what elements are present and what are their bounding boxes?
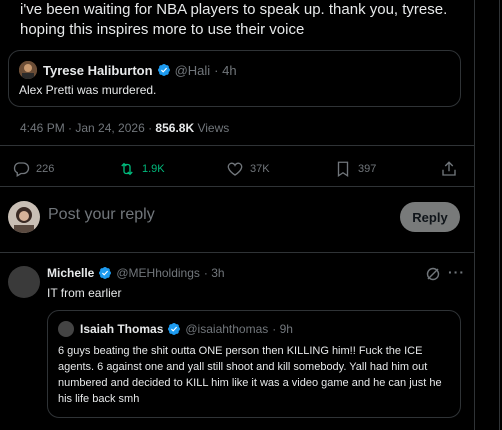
bookmark-action-button[interactable]: 397 — [334, 160, 376, 178]
share-action-button[interactable] — [440, 160, 464, 178]
reply-text: IT from earlier — [47, 286, 122, 300]
reply-count: 226 — [36, 163, 55, 175]
share-icon — [442, 161, 456, 176]
divider — [0, 252, 474, 253]
quoted-tweet-header: Tyrese Haliburton @Hali · 4h — [19, 61, 237, 79]
views-label: Views — [197, 121, 230, 135]
retweet-count: 1.9K — [142, 163, 165, 175]
quoted-author-name[interactable]: Tyrese Haliburton — [43, 63, 153, 78]
tweet-text: i've been waiting for NBA players to spe… — [20, 1, 448, 38]
quoted-tweet-card[interactable]: Tyrese Haliburton @Hali · 4h Alex Pretti… — [8, 50, 461, 107]
verified-badge-icon — [157, 64, 170, 76]
divider — [0, 186, 474, 187]
quoted-tweet-text: Alex Pretti was murdered. — [19, 83, 157, 97]
reply-quoted-author-name[interactable]: Isaiah Thomas — [80, 322, 163, 336]
bookmark-icon — [337, 161, 349, 178]
reply-quoted-text: 6 guys beating the shit outta ONE person… — [58, 345, 442, 405]
divider — [0, 145, 474, 146]
view-count: 856.8K — [155, 121, 195, 135]
reply-action-button[interactable]: 226 — [12, 160, 54, 178]
quoted-author-handle[interactable]: @Hali — [175, 63, 211, 78]
avatar-image — [8, 201, 40, 233]
reply-header: Michelle @MEHholdings · 3h — [47, 266, 225, 280]
retweet-action-button[interactable]: 1.9K — [118, 160, 165, 178]
reply-submit-button[interactable]: Reply — [400, 202, 460, 232]
tweet-timestamp[interactable]: 4:46 PM · Jan 24, 2026 · — [20, 121, 152, 135]
reply-input[interactable]: Post your reply — [48, 206, 155, 224]
bookmark-count: 397 — [358, 163, 377, 175]
more-options-button[interactable]: ··· — [448, 264, 465, 280]
like-count: 37K — [250, 163, 270, 175]
grok-slash-icon — [426, 267, 440, 281]
reply-author-name[interactable]: Michelle — [47, 266, 94, 280]
retweet-icon — [121, 162, 133, 176]
reply-author-avatar[interactable] — [8, 266, 40, 298]
like-action-button[interactable]: 37K — [226, 160, 270, 178]
reply-icon — [13, 162, 30, 177]
reply-author-handle[interactable]: @MEHholdings — [116, 266, 200, 280]
reply-time[interactable]: · 3h — [204, 266, 225, 280]
reply-quoted-header: Isaiah Thomas @isaiahthomas · 9h — [58, 321, 293, 337]
grok-icon[interactable] — [425, 266, 441, 282]
quoted-tweet-time[interactable]: · 4h — [214, 63, 236, 78]
reply-quoted-avatar[interactable] — [58, 321, 74, 337]
timeline-right-border — [474, 0, 475, 430]
verified-badge-icon — [99, 267, 112, 279]
quoted-author-avatar[interactable] — [19, 61, 37, 79]
reply-quoted-handle[interactable]: @isaiahthomas — [185, 322, 268, 336]
verified-badge-icon — [168, 323, 181, 335]
composer-avatar[interactable] — [8, 201, 40, 233]
tweet-meta: 4:46 PM · Jan 24, 2026 · 856.8K Views — [20, 121, 229, 135]
reply-quoted-time[interactable]: · 9h — [272, 322, 293, 336]
heart-icon — [227, 162, 243, 176]
avatar-image — [19, 61, 37, 79]
reply-quoted-tweet-card[interactable]: Isaiah Thomas @isaiahthomas · 9h 6 guys … — [47, 310, 461, 418]
sidebar-border — [499, 0, 500, 430]
